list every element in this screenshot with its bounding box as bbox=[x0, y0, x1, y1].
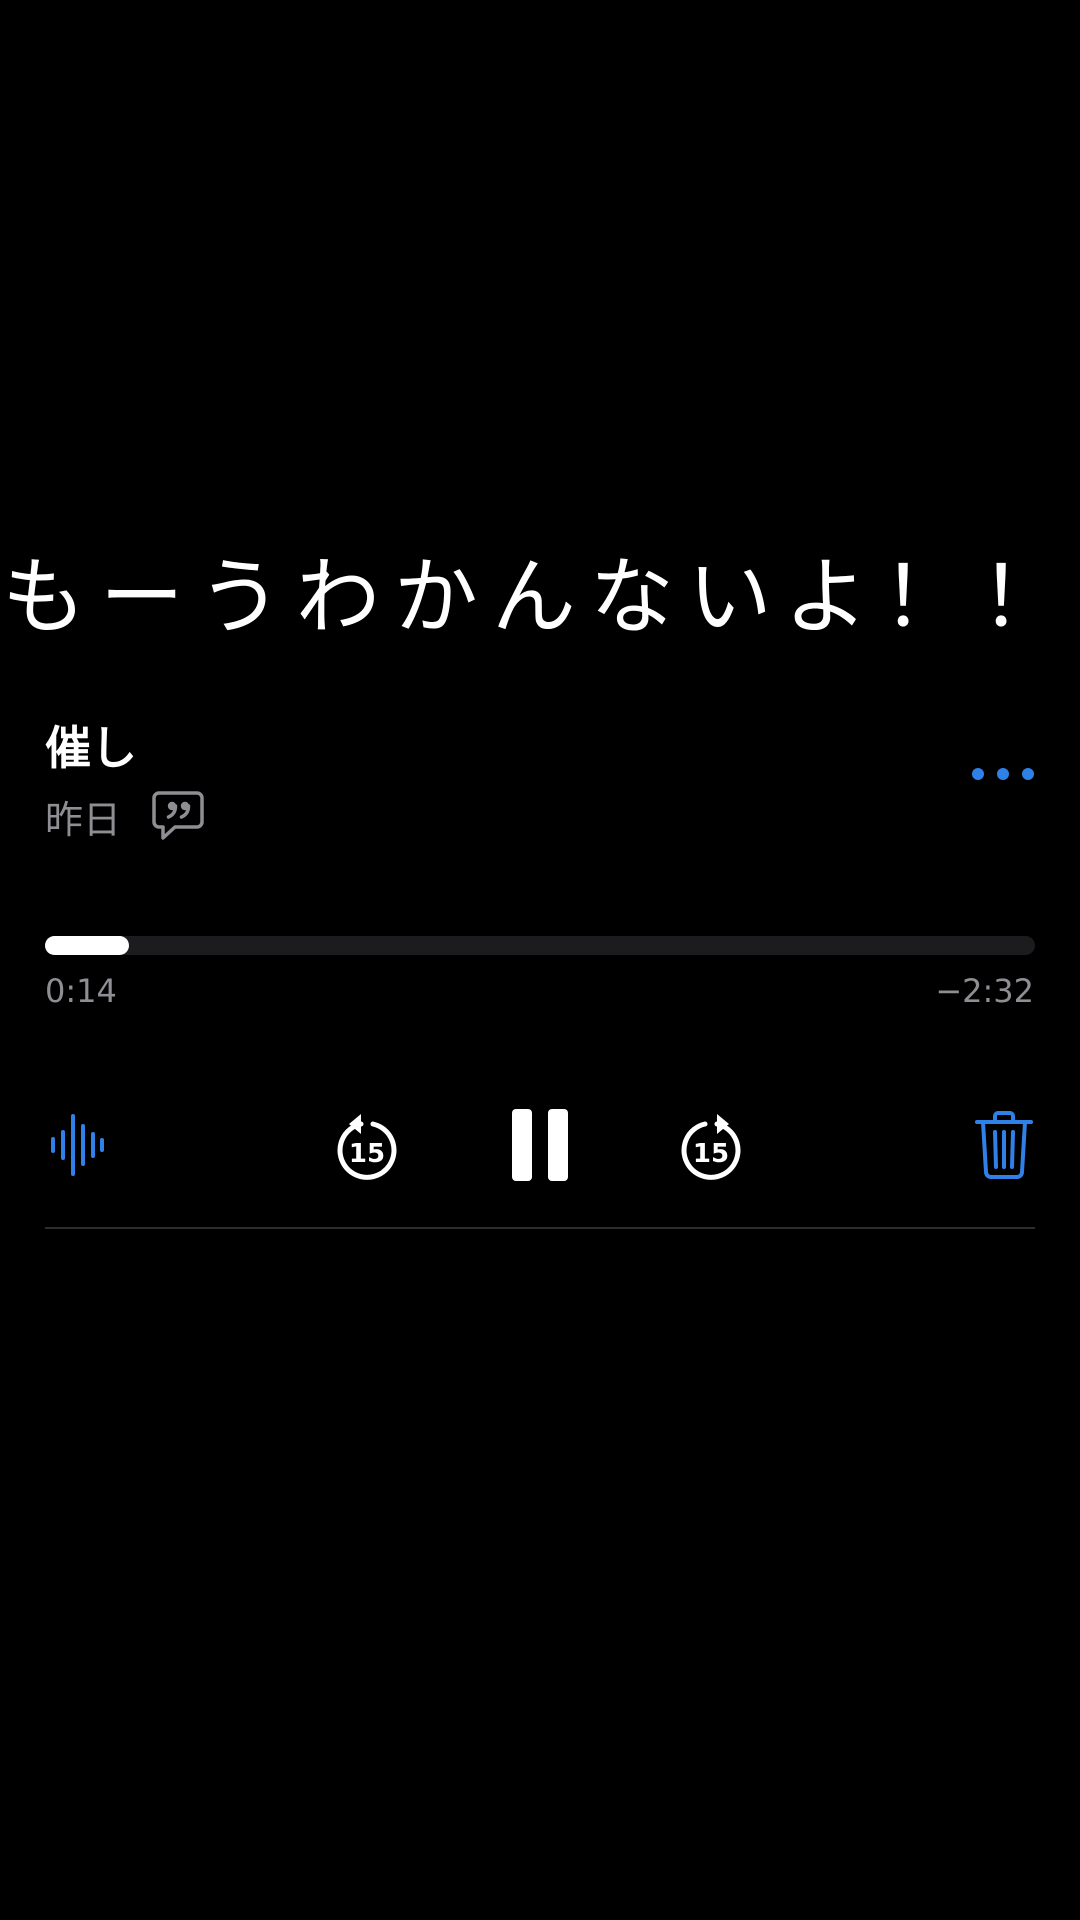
skip-forward-15-button[interactable]: 15 bbox=[677, 1108, 745, 1184]
playback-progress-fill bbox=[45, 936, 130, 955]
skip-forward-15-icon: 15 bbox=[681, 1114, 741, 1180]
skip-forward-seconds: 15 bbox=[693, 1139, 729, 1169]
transcript-quote-icon[interactable] bbox=[151, 790, 205, 842]
pause-button[interactable] bbox=[508, 1106, 572, 1184]
playback-scrubber[interactable] bbox=[45, 936, 1035, 955]
section-divider bbox=[45, 1227, 1035, 1229]
ellipsis-icon-dot bbox=[997, 768, 1009, 780]
waveform-button[interactable] bbox=[46, 1110, 108, 1180]
recording-date: 昨日 bbox=[45, 797, 122, 842]
skip-back-seconds: 15 bbox=[349, 1139, 385, 1169]
waveform-icon bbox=[51, 1114, 104, 1176]
skip-back-15-icon: 15 bbox=[337, 1114, 397, 1180]
delete-button[interactable] bbox=[973, 1110, 1035, 1180]
overlay-caption: もーうわかんないよ！！ bbox=[1, 548, 1079, 646]
skip-back-15-button[interactable]: 15 bbox=[333, 1108, 401, 1184]
trash-icon bbox=[975, 1111, 1033, 1179]
elapsed-time: 0:14 bbox=[45, 972, 117, 1010]
more-options-button[interactable] bbox=[972, 760, 1034, 788]
ellipsis-icon-dot bbox=[972, 768, 984, 780]
recording-title: 催し bbox=[45, 721, 137, 775]
remaining-time: −2:32 bbox=[935, 972, 1034, 1010]
ellipsis-icon-dot bbox=[1022, 768, 1034, 780]
recording-meta: 昨日 bbox=[45, 790, 205, 842]
pause-icon bbox=[512, 1109, 568, 1181]
